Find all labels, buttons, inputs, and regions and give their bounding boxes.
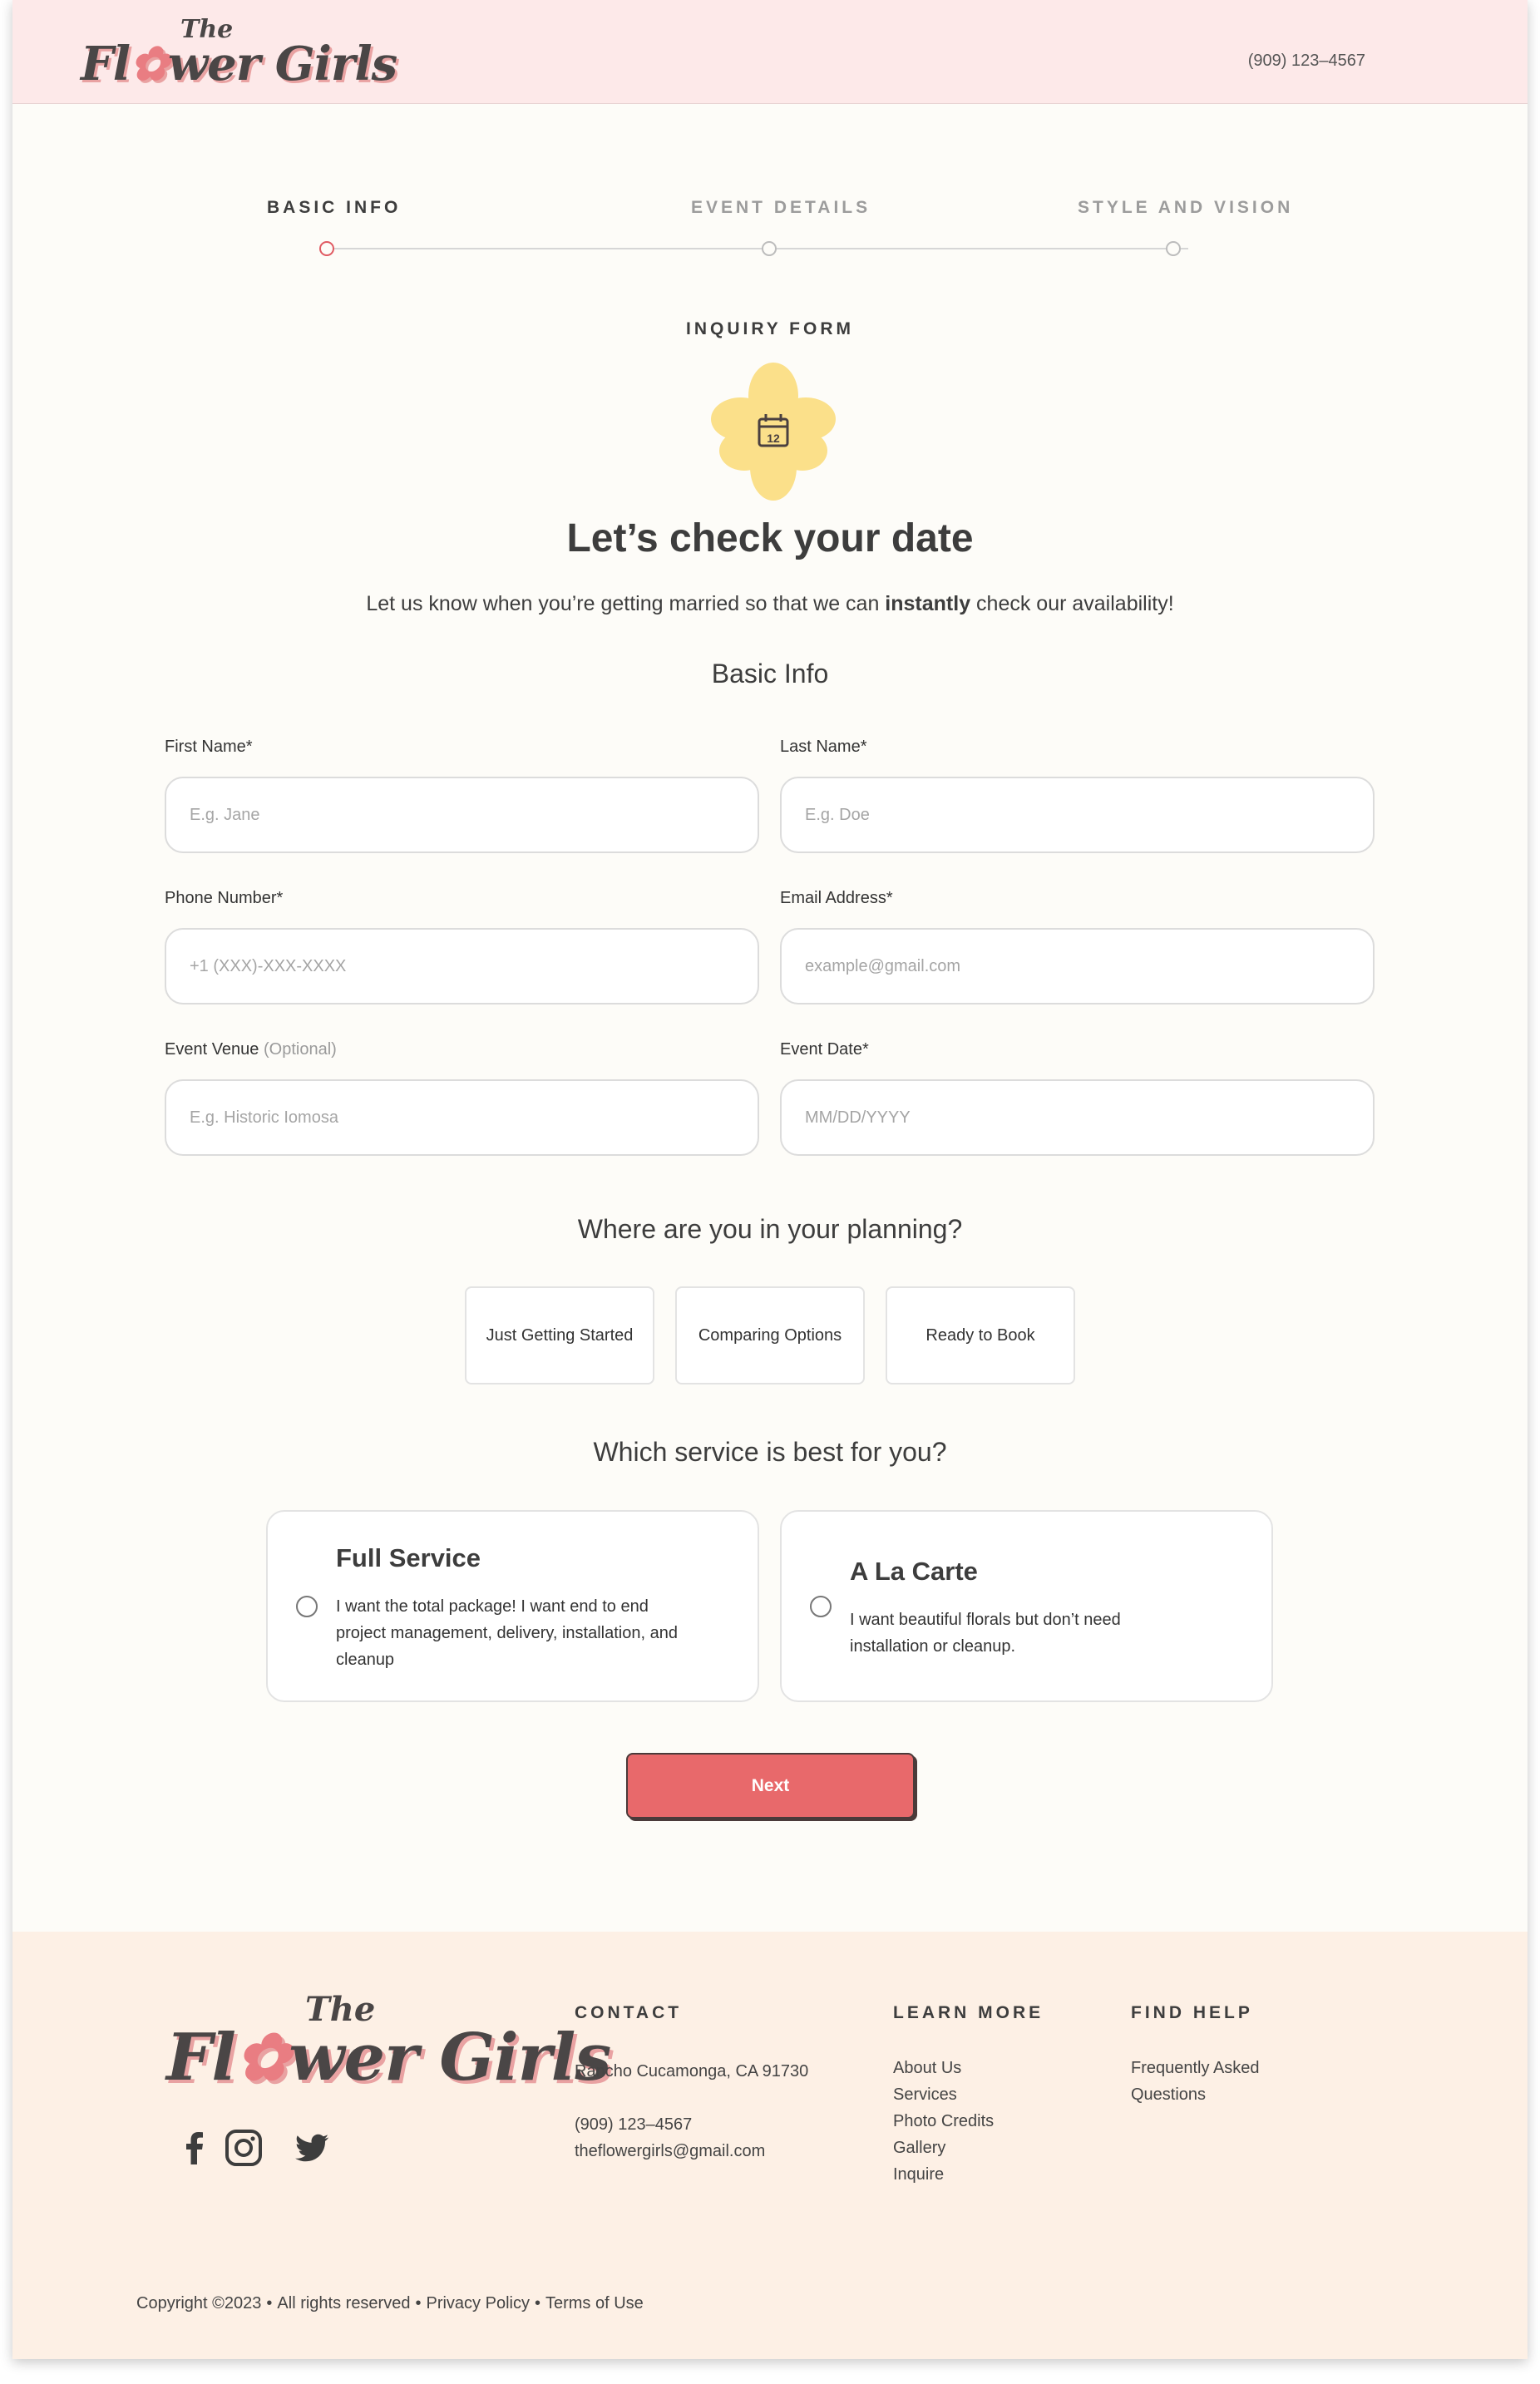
footer-logo-wordmark: Fl✿wer Girls [166, 2020, 611, 2095]
footer-link-faq-line-1[interactable]: Frequently Asked [1131, 2055, 1260, 2081]
phone-label: Phone Number* [165, 889, 284, 907]
terms-of-use-link[interactable]: Terms of Use [545, 2294, 644, 2312]
footer-find-help-heading: FIND HELP [1131, 2003, 1253, 2022]
bullet-separator: • [534, 2294, 540, 2312]
logo-part-1: Fl [81, 37, 131, 91]
footer-logo-part-2: wer Girls [289, 2020, 611, 2095]
facebook-icon[interactable] [175, 2128, 215, 2168]
step-dot-basic-info [319, 241, 334, 256]
footer-contact-heading: CONTACT [575, 2003, 683, 2022]
full-service-radio[interactable] [296, 1596, 318, 1617]
footer-logo-flower-icon: ✿ [235, 2020, 289, 2095]
page-title: Let’s check your date [566, 516, 974, 560]
logo-part-2: wer Girls [167, 37, 397, 91]
footer-logo-part-1: Fl [166, 2020, 236, 2095]
planning-option-just-getting-started[interactable]: Just Getting Started [465, 1286, 654, 1384]
subtitle-emphasis: instantly [885, 592, 971, 615]
footer-link-photo-credits[interactable]: Photo Credits [893, 2108, 994, 2135]
brand-logo[interactable]: The Fl✿wer Girls [81, 15, 397, 94]
stepper-line [328, 248, 1188, 249]
footer-link-gallery[interactable]: Gallery [893, 2135, 945, 2161]
logo-wordmark: Fl✿wer Girls [81, 37, 397, 91]
a-la-carte-description: I want beautiful florals but don’t need … [850, 1611, 1121, 1656]
full-service-title: Full Service [336, 1543, 481, 1572]
step-style-and-vision[interactable]: STYLE AND VISION [1078, 198, 1293, 218]
email-label: Email Address* [780, 889, 893, 907]
twitter-icon[interactable] [292, 2128, 332, 2168]
event-date-field[interactable] [780, 1079, 1375, 1156]
first-name-label: First Name* [165, 738, 253, 756]
full-service-description: I want the total package! I want end to … [336, 1597, 678, 1669]
planning-option-ready-to-book[interactable]: Ready to Book [886, 1286, 1075, 1384]
venue-label: Event Venue (Optional) [165, 1040, 337, 1059]
venue-field[interactable] [165, 1079, 759, 1156]
site-footer: The Fl✿wer Girls CONTACT Rancho Cucamong… [12, 1932, 1528, 2359]
bullet-separator: • [415, 2294, 422, 2312]
planning-option-comparing-options[interactable]: Comparing Options [675, 1286, 865, 1384]
basic-info-heading: Basic Info [711, 659, 829, 689]
service-card-full-service[interactable]: Full Service I want the total package! I… [266, 1510, 759, 1702]
copyright-text: Copyright ©2023 [136, 2294, 262, 2312]
step-dot-style-and-vision [1166, 241, 1181, 256]
last-name-field[interactable] [780, 777, 1375, 853]
phone-field[interactable] [165, 928, 759, 1004]
copyright-bar: Copyright ©2023 • All rights reserved • Priv… [136, 2294, 644, 2313]
service-card-a-la-carte[interactable]: A La Carte I want beautiful florals but … [780, 1510, 1273, 1702]
footer-brand-logo[interactable]: The Fl✿wer Girls [166, 1990, 611, 2098]
page-frame: The Fl✿wer Girls (909) 123–4567 BASIC IN… [12, 0, 1528, 2359]
instagram-icon[interactable] [224, 2128, 264, 2168]
planning-heading: Where are you in your planning? [577, 1214, 963, 1244]
a-la-carte-title: A La Carte [850, 1557, 978, 1586]
step-basic-info[interactable]: BASIC INFO [267, 198, 401, 218]
venue-optional-tag: (Optional) [263, 1040, 337, 1059]
footer-email-link[interactable]: theflowergirls@gmail.com [575, 2138, 765, 2164]
footer-link-inquire[interactable]: Inquire [893, 2161, 944, 2188]
a-la-carte-radio[interactable] [810, 1596, 832, 1617]
email-field[interactable] [780, 928, 1375, 1004]
calendar-day-number: 12 [767, 432, 780, 445]
footer-link-faq-line-2[interactable]: Questions [1131, 2081, 1206, 2108]
subtitle-part-1: Let us know when you’re getting married … [366, 592, 886, 615]
footer-link-about-us[interactable]: About Us [893, 2055, 961, 2081]
form-kicker: INQUIRY FORM [685, 319, 854, 338]
bullet-separator: • [266, 2294, 273, 2312]
page-subtitle: Let us know when you’re getting married … [12, 592, 1528, 616]
step-event-details[interactable]: EVENT DETAILS [691, 198, 871, 218]
subtitle-part-2: check our availability! [970, 592, 1174, 615]
last-name-label: Last Name* [780, 738, 867, 756]
first-name-field[interactable] [165, 777, 759, 853]
privacy-policy-link[interactable]: Privacy Policy [426, 2294, 529, 2312]
rights-text: All rights reserved [277, 2294, 411, 2312]
venue-label-text: Event Venue [165, 1040, 264, 1059]
service-heading: Which service is best for you? [593, 1437, 947, 1467]
next-button[interactable]: Next [626, 1753, 915, 1819]
header-phone[interactable]: (909) 123–4567 [1248, 52, 1365, 71]
footer-link-services[interactable]: Services [893, 2081, 957, 2108]
logo-flower-icon: ✿ [130, 37, 169, 91]
footer-learn-more-heading: LEARN MORE [893, 2003, 1044, 2022]
event-date-label: Event Date* [780, 1040, 869, 1059]
step-dot-event-details [762, 241, 777, 256]
calendar-flower-icon: 12 [711, 363, 836, 501]
footer-phone-link[interactable]: (909) 123–4567 [575, 2111, 692, 2138]
footer-address: Rancho Cucamonga, CA 91730 [575, 2062, 809, 2080]
top-header: The Fl✿wer Girls (909) 123–4567 [12, 0, 1528, 104]
